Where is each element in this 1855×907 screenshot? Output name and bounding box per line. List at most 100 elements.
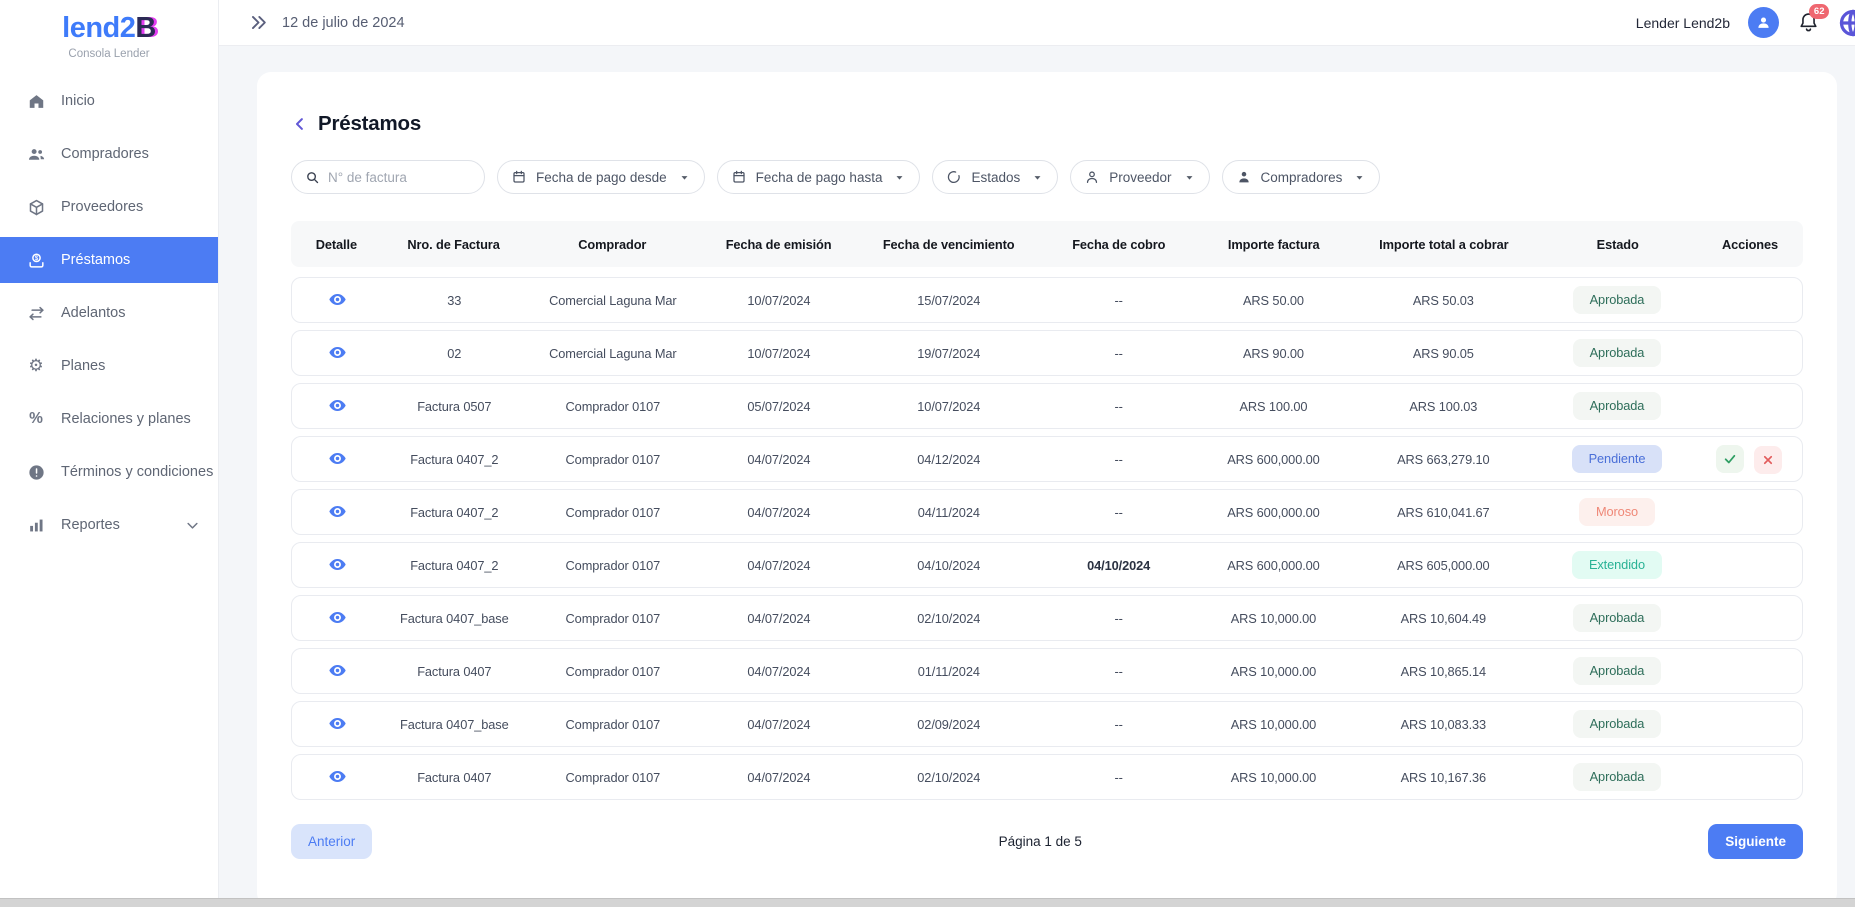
filter-fecha-de-pago-hasta[interactable]: Fecha de pago hasta [716,160,921,194]
sidebar-item-planes[interactable]: ⚙ Planes [0,343,218,389]
approve-button[interactable] [1716,444,1745,473]
detail-button[interactable] [326,712,349,735]
issue-date: 04/07/2024 [747,769,811,785]
table-header-row: Detalle Nro. de Factura Comprador Fecha de … [291,221,1803,267]
current-date: 12 de julio de 2024 [282,14,405,31]
filter-label: Estados [971,169,1021,185]
sidebar-item-compradores[interactable]: Compradores [0,131,218,177]
detail-button[interactable] [326,288,349,311]
issue-date: 10/07/2024 [747,292,811,308]
caret-down-icon [678,171,691,184]
filter-proveedor[interactable]: Proveedor [1070,160,1210,194]
collapse-sidebar-icon[interactable] [249,13,268,32]
filter-compradores[interactable]: Compradores [1221,160,1381,194]
horizontal-scrollbar[interactable] [0,898,1855,907]
detail-button[interactable] [326,659,349,682]
detail-button[interactable] [326,500,349,523]
table-body: 33 Comercial Laguna Mar 10/07/2024 15/07/20… [291,277,1803,800]
filter-fecha-de-pago-desde[interactable]: Fecha de pago desde [497,160,705,194]
sidebar-item-terminos-y-condiciones[interactable]: Términos y condiciones [0,449,218,495]
issue-date: 04/07/2024 [747,557,811,573]
column-header-estado: Estado [1596,236,1639,252]
issue-date: 04/07/2024 [747,610,811,626]
invoice-number: Factura 0407 [417,663,492,679]
sidebar-item-inicio[interactable]: Inicio [0,78,218,124]
relations-icon: % [29,410,43,428]
search-icon [305,170,320,185]
back-icon[interactable] [291,115,309,133]
eye-icon [328,767,347,786]
invoice-number: Factura 0407_2 [410,557,499,573]
invoice-amount: ARS 600,000.00 [1227,504,1320,520]
sidebar-item-label: Reportes [61,517,120,533]
invoice-number: Factura 0407_base [400,610,509,626]
eye-icon [328,343,347,362]
table-row: 33 Comercial Laguna Mar 10/07/2024 15/07/20… [291,277,1803,323]
next-page-button[interactable]: Siguiente [1708,824,1803,859]
status-badge: Aprobada [1572,762,1662,792]
total-amount: ARS 10,604.49 [1400,610,1487,626]
reports-icon [26,515,46,535]
advances-icon [26,303,46,323]
sidebar-item-adelantos[interactable]: Adelantos [0,290,218,336]
invoice-search [291,160,485,194]
sidebar-item-proveedores[interactable]: Proveedores [0,184,218,230]
sidebar-nav: Inicio Compradores Proveedores $ Préstamos Ad… [0,78,218,548]
status-badge: Aprobada [1572,603,1662,633]
due-date: 19/07/2024 [917,345,981,361]
status-badge: Aprobada [1572,391,1662,421]
previous-page-button[interactable]: Anterior [291,824,373,859]
detail-button[interactable] [326,341,349,364]
console-subtitle: Consola Lender [68,48,150,60]
status-badge: Moroso [1578,497,1656,527]
column-header-detalle: Detalle [315,236,357,252]
language-button[interactable] [1838,8,1855,38]
content: Préstamos Fecha de pago desdeFecha de pa… [219,46,1855,907]
status-badge: Aprobada [1572,656,1662,686]
status-badge: Extendido [1571,550,1662,580]
buyer-name: Comprador 0107 [565,398,661,414]
collection-date: -- [1114,345,1123,361]
column-header-nro-de-factura: Nro. de Factura [407,236,500,252]
caret-down-icon [893,171,906,184]
notifications-button[interactable]: 62 [1797,4,1829,34]
avatar[interactable] [1748,7,1779,38]
detail-button[interactable] [326,447,349,470]
issue-date: 04/07/2024 [747,716,811,732]
detail-button[interactable] [326,606,349,629]
sidebar-item-relaciones-y-planes[interactable]: % Relaciones y planes [0,396,218,442]
status-badge: Aprobada [1572,709,1662,739]
buyer-name: Comercial Laguna Mar [549,345,677,361]
eye-icon [328,396,347,415]
column-header-fecha-de-cobro: Fecha de cobro [1072,236,1166,252]
filter-label: Proveedor [1109,169,1172,185]
due-date: 10/07/2024 [917,398,981,414]
detail-button[interactable] [326,553,349,576]
buyers-filled-icon [1236,169,1252,185]
eye-icon [328,449,347,468]
table-row: Factura 0407_2 Comprador 0107 04/07/2024 04… [291,436,1803,482]
detail-button[interactable] [326,394,349,417]
filter-estados[interactable]: Estados [932,160,1059,194]
sidebar-item-label: Compradores [61,146,149,162]
invoice-amount: ARS 10,000.00 [1230,716,1317,732]
terms-icon [26,462,46,482]
sidebar-item-label: Préstamos [61,252,131,268]
buyers-icon [26,144,46,164]
reject-button[interactable] [1754,445,1783,474]
invoice-number: Factura 0407_2 [410,504,499,520]
sidebar-item-prestamos[interactable]: $ Préstamos [0,237,218,283]
user-icon [1755,14,1772,31]
sidebar-item-reportes[interactable]: Reportes [0,502,218,548]
buyer-name: Comprador 0107 [565,716,661,732]
column-header-fecha-de-vencimiento: Fecha de vencimiento [882,236,1015,252]
search-input[interactable] [328,169,471,185]
buyer-name: Comprador 0107 [565,663,661,679]
collection-date: -- [1114,663,1123,679]
due-date: 04/10/2024 [917,557,981,573]
status-badge: Aprobada [1572,285,1662,315]
buyer-name: Comercial Laguna Mar [549,292,677,308]
table-row: Factura 0407_base Comprador 0107 04/07/202… [291,595,1803,641]
sidebar-item-label: Proveedores [61,199,144,215]
detail-button[interactable] [326,765,349,788]
